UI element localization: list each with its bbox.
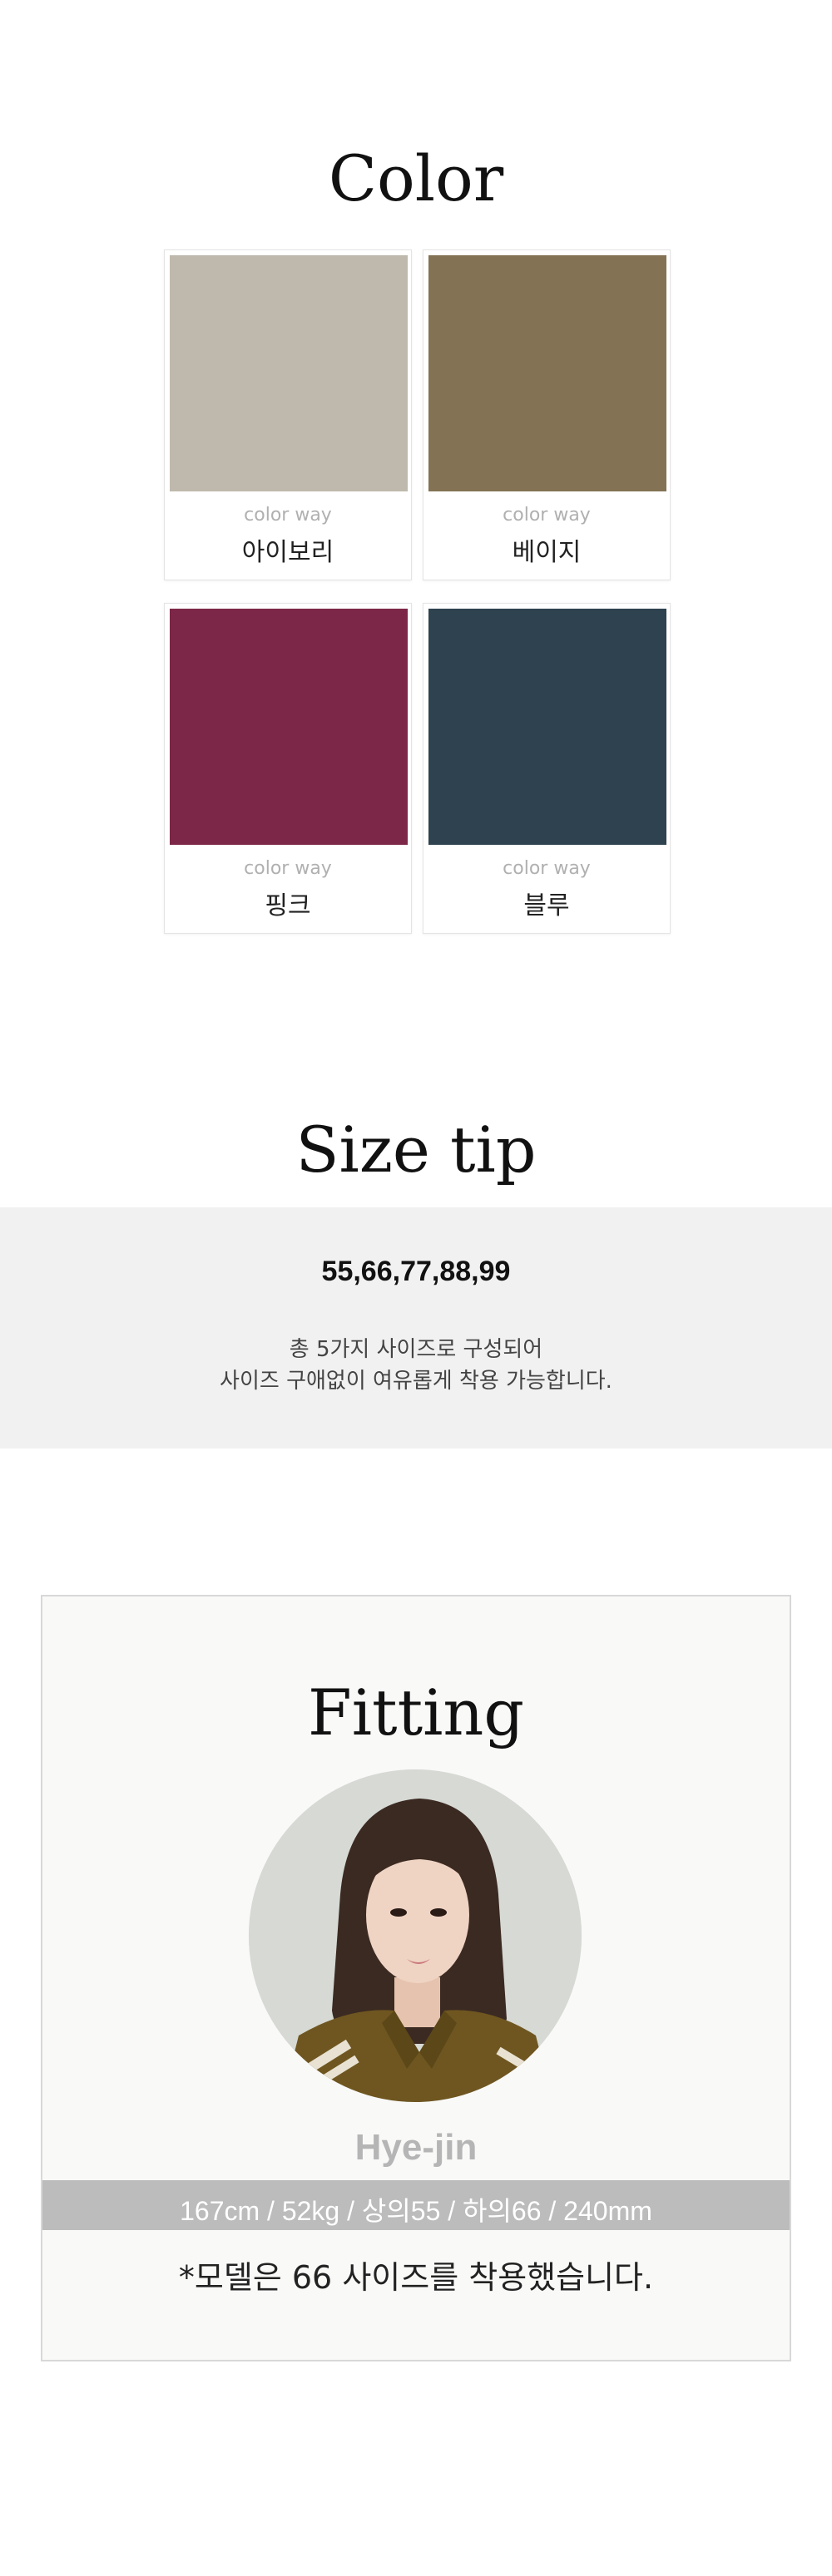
swatch-caption: color way [503, 505, 591, 526]
swatch-color-blue [428, 609, 666, 845]
fitting-section-title: Fitting [307, 1675, 525, 1749]
size-description-line-1: 총 5가지 사이즈로 구성되어 [289, 1337, 543, 1362]
swatch-name: 베이지 [512, 538, 582, 567]
swatch-card-ivory: color way 아이보리 [164, 249, 412, 580]
swatch-card-blue: color way 블루 [423, 603, 671, 934]
swatch-color-pink [170, 609, 408, 845]
swatch-caption: color way [244, 505, 332, 526]
swatch-card-pink: color way 핑크 [164, 603, 412, 934]
swatch-name: 블루 [523, 891, 570, 920]
swatch-color-beige [428, 255, 666, 491]
swatch-color-ivory [170, 255, 408, 491]
model-stats-bar: 167cm / 52kg / 상의55 / 하의66 / 240mm [42, 2180, 790, 2230]
size-section-title: Size tip [295, 1113, 537, 1187]
model-avatar [249, 1769, 582, 2102]
color-section-title: Color [328, 141, 504, 215]
size-description-line-2: 사이즈 구애없이 여유롭게 착용 가능합니다. [220, 1369, 612, 1394]
swatch-name: 핑크 [265, 891, 311, 920]
swatch-card-beige: color way 베이지 [423, 249, 671, 580]
model-size-note: *모델은 66 사이즈를 착용했습니다. [178, 2259, 654, 2296]
swatch-caption: color way [244, 858, 332, 879]
model-portrait-image [249, 1769, 582, 2102]
size-tip-panel: 55,66,77,88,99 총 5가지 사이즈로 구성되어 사이즈 구애없이 … [0, 1207, 832, 1448]
model-name: Hye-jin [354, 2127, 478, 2168]
model-stats: 167cm / 52kg / 상의55 / 하의66 / 240mm [180, 2196, 652, 2226]
swatch-caption: color way [503, 858, 591, 879]
size-list: 55,66,77,88,99 [321, 1256, 511, 1287]
swatch-name: 아이보리 [241, 538, 334, 567]
